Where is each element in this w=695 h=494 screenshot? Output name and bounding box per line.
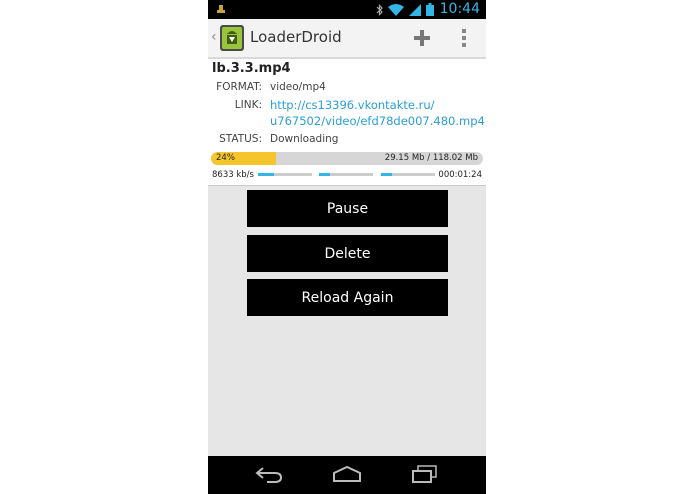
notification-icon [217, 5, 225, 13]
elapsed-time: 000:01:24 [438, 170, 482, 180]
signal-icon [409, 3, 421, 16]
status-bar: 10:44 [208, 0, 486, 19]
recent-apps-icon[interactable] [410, 465, 438, 483]
app-icon[interactable] [220, 25, 244, 51]
link-label: LINK: [234, 99, 262, 111]
link-line-1[interactable]: http://cs13396.vkontakte.ru/ [270, 98, 435, 113]
format-value: video/mp4 [270, 81, 326, 93]
download-speed: 8633 kb/s [212, 170, 254, 180]
segment-progress-2 [319, 173, 373, 176]
wifi-icon [388, 3, 404, 16]
progress-size: 29.15 Mb / 118.02 Mb [384, 153, 478, 163]
action-bar: ‹ LoaderDroid [208, 19, 486, 59]
add-icon[interactable] [410, 26, 434, 50]
segment-progress-1 [258, 173, 312, 176]
app-title: LoaderDroid [250, 28, 342, 46]
bluetooth-icon [376, 3, 383, 16]
download-details: lb.3.3.mp4 FORMAT: video/mp4 LINK: http:… [208, 59, 486, 185]
segment-fill-1 [258, 173, 275, 176]
content-divider [208, 185, 486, 186]
format-label: FORMAT: [216, 81, 262, 93]
reload-again-button[interactable]: Reload Again [247, 279, 448, 316]
segment-progress-3 [381, 173, 435, 176]
status-icons [376, 3, 434, 16]
pause-button[interactable]: Pause [247, 190, 448, 227]
segment-fill-3 [381, 173, 392, 176]
back-icon[interactable] [255, 465, 283, 483]
status-label: STATUS: [219, 133, 262, 145]
navigation-bar [208, 456, 486, 494]
phone-screen: 10:44 ‹ LoaderDroid lb.3.3.mp4 FORMAT: v… [208, 0, 486, 494]
segment-fill-2 [319, 173, 330, 176]
download-progress-bar: 24% 29.15 Mb / 118.02 Mb [211, 152, 483, 165]
status-clock: 10:44 [439, 1, 480, 17]
file-name: lb.3.3.mp4 [212, 61, 291, 76]
home-icon[interactable] [332, 465, 362, 483]
back-caret-icon[interactable]: ‹ [211, 29, 217, 45]
progress-percent: 24% [216, 153, 235, 163]
delete-button[interactable]: Delete [247, 235, 448, 272]
status-value: Downloading [270, 133, 339, 145]
link-line-2[interactable]: u767502/video/efd78de007.480.mp4 [270, 114, 485, 129]
overflow-menu-icon[interactable] [458, 27, 470, 49]
battery-icon [426, 3, 434, 16]
